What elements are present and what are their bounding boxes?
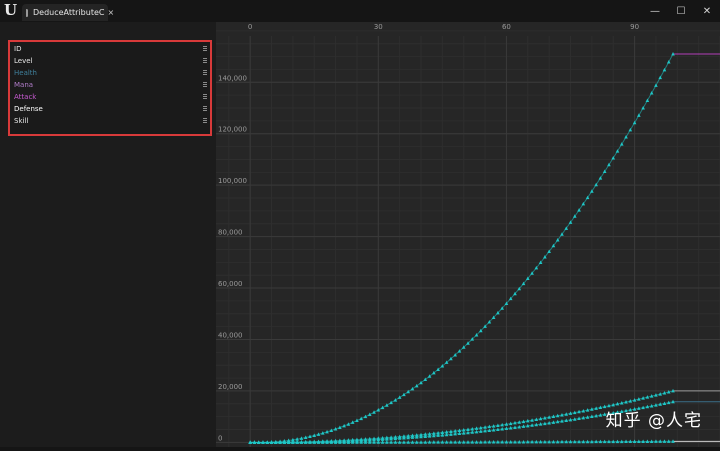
attribute-row-id[interactable]: ID	[14, 43, 208, 55]
y-tick-label: 60,000	[218, 280, 243, 288]
y-tick-label: 80,000	[218, 229, 243, 237]
series-line-main	[250, 53, 674, 444]
unreal-logo-icon[interactable]: U	[4, 2, 20, 19]
minimize-button[interactable]: —	[642, 0, 668, 22]
y-tick-label: 40,000	[218, 331, 243, 339]
attribute-label: Mana	[14, 81, 34, 89]
y-tick-label: 0	[218, 434, 222, 442]
visibility-icon[interactable]	[203, 46, 207, 52]
tab-deduce-attribute[interactable]: DeduceAttributeC ×	[22, 4, 114, 21]
tab-close-icon[interactable]: ×	[107, 8, 114, 17]
title-bar: U DeduceAttributeC × — ☐ ✕	[0, 0, 720, 23]
attribute-row-level[interactable]: Level	[14, 55, 208, 67]
attribute-row-health[interactable]: Health	[14, 67, 208, 79]
visibility-icon[interactable]	[203, 106, 207, 112]
x-tick-label: 60	[502, 23, 511, 31]
y-tick-label: 20,000	[218, 383, 243, 391]
attribute-row-attack[interactable]: Attack	[14, 91, 208, 103]
window-controls: — ☐ ✕	[642, 0, 720, 22]
attribute-label: Health	[14, 69, 37, 77]
watermark: 知乎 @人宅	[605, 411, 702, 431]
y-tick-label: 120,000	[218, 126, 247, 134]
y-tick-label: 100,000	[218, 177, 247, 185]
curve-list-panel: ID Level Health Mana Attack Defense Skil…	[0, 22, 216, 447]
curve-graph[interactable]: 0 30 60 90 0 20,000 40,000 60,000 80,000 100,000 1…	[216, 22, 720, 447]
visibility-icon[interactable]	[203, 118, 207, 124]
series-point-main	[406, 389, 411, 394]
attribute-label: Defense	[14, 105, 43, 113]
attribute-label: Attack	[14, 93, 37, 101]
curve-graph-svg[interactable]: 0 30 60 90 0 20,000 40,000 60,000 80,000 100,000 1…	[216, 22, 720, 447]
visibility-icon[interactable]	[203, 94, 207, 100]
y-tick-label: 140,000	[218, 74, 247, 82]
x-tick-label: 0	[248, 23, 252, 31]
curve-table-icon	[26, 8, 28, 17]
visibility-icon[interactable]	[203, 58, 207, 64]
attribute-row-mana[interactable]: Mana	[14, 79, 208, 91]
visibility-icon[interactable]	[203, 82, 207, 88]
attribute-row-skill[interactable]: Skill	[14, 115, 208, 127]
attribute-row-defense[interactable]: Defense	[14, 103, 208, 115]
maximize-button[interactable]: ☐	[668, 0, 694, 22]
attribute-list: ID Level Health Mana Attack Defense Skil…	[8, 40, 212, 136]
attribute-label: Level	[14, 57, 33, 65]
attribute-label: ID	[14, 45, 22, 53]
x-tick-label: 30	[374, 23, 383, 31]
visibility-icon[interactable]	[203, 70, 207, 76]
close-button[interactable]: ✕	[694, 0, 720, 22]
attribute-label: Skill	[14, 117, 29, 125]
x-tick-label: 90	[630, 23, 639, 31]
tab-label: DeduceAttributeC	[33, 8, 105, 17]
